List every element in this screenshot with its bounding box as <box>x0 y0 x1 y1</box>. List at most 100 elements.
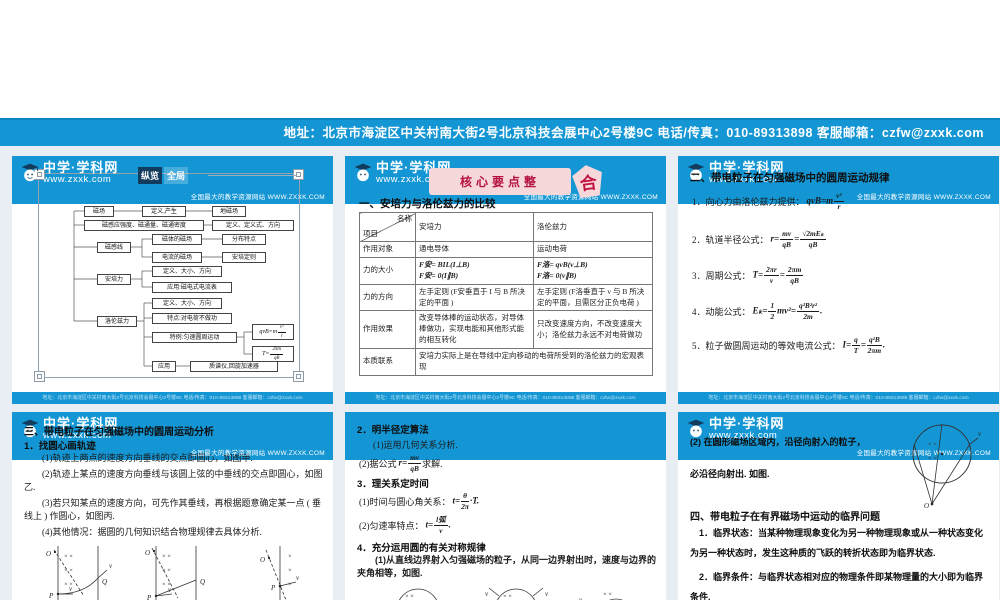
paragraph-block: (1)从直线边界射入匀强磁场的粒子，从同一边界射出时，速度与边界的夹角相等，如图… <box>357 554 656 583</box>
slide-critical-problems[interactable]: 中学·学科网 www.zxxk.com 全国最大的教学资源网站 WWW.ZXXK… <box>678 412 999 600</box>
figure-boundary-a: × ×× ×× × O P v Qv <box>46 546 113 600</box>
flow-node: 特例:匀速圆周运动 <box>152 332 237 343</box>
slide-footer: 地址：北京市海淀区中关村南大街2号北京科技会展中心2号楼9C 电话/传真：010… <box>345 392 666 404</box>
svg-text:O: O <box>145 549 150 557</box>
flow-node: 定义、大小、方向 <box>152 266 222 277</box>
zxxk-logo: 中学·学科网 www.zxxk.com <box>686 416 785 442</box>
figure-boundary-b: × ×× ×× × O P v Q <box>145 546 205 600</box>
svg-text:× ×: × × <box>603 591 612 598</box>
logo-title: 中学·学科网 <box>709 416 785 431</box>
flow-node: 磁体的磁场 <box>152 234 202 245</box>
svg-text:O: O <box>260 556 265 564</box>
sub-heading: 1．找圆心画轨迹 <box>24 441 96 452</box>
contact-bar: 地址：北京市海淀区中关村南大街2号北京科技会展中心2号楼9C 电话/传真：010… <box>0 118 1000 146</box>
cell: 只改变速度方向，不改变速度大小；洛伦兹力永远不对电荷做功 <box>533 310 653 349</box>
slide-motion-analysis[interactable]: 中学·学科网 www.zxxk.com 全国最大的教学资源网站 WWW.ZXXK… <box>12 412 333 600</box>
formula-line: (2)据公式 r= mv qB 求解. <box>359 453 443 473</box>
svg-text:×: × <box>288 581 292 588</box>
figure-boundary-c: × × × O P v <box>260 546 300 600</box>
section-heading: 四、带电粒子在有界磁场中运动的临界问题 <box>690 512 880 523</box>
svg-text:O: O <box>924 502 929 510</box>
paragraph-block: (1)轨迹上两点的速度方向垂线的交点即圆心，如图甲. (2)轨迹上某点的速度方向… <box>24 452 323 542</box>
overview-badge: 纵览 全局 <box>138 167 189 184</box>
svg-text:Q: Q <box>102 578 107 586</box>
cell: 改变导体棒的运动状态，对导体棒做功，实现电能和其他形式能的相互转化 <box>415 310 534 349</box>
svg-text:v: v <box>485 590 489 598</box>
formula-line: (2)匀速率特点： t= l弧 v. <box>359 515 451 535</box>
slide-deck: 中学·学科网 www.zxxk.com 纵览 全局 全国最大的教学资源网站 WW… <box>0 146 1000 600</box>
cell: 通电导体 <box>415 241 534 258</box>
row-label: 本质联系 <box>359 348 416 376</box>
formula-line: 4．动能公式： Eₖ= 1 2 mv²= q²B²r² 2m. <box>692 301 823 321</box>
flow-node: 应用:磁电式电流表 <box>152 282 232 293</box>
table-row: 本质联系 安培力实际上是在导线中定向移动的电荷所受到的洛伦兹力的宏观表现 <box>359 348 653 376</box>
logo-url: www.zxxk.com <box>43 174 112 186</box>
flow-node: 应用 <box>152 361 176 372</box>
core-points-badge: 核心要点整 <box>429 168 571 195</box>
flow-node: 定义、大小、方向 <box>152 298 222 309</box>
flow-node: 定义、定义式、方向 <box>212 220 294 231</box>
table-row: 力的大小 F安= BIL(I⊥B) F安= 0(I∥B) F洛= qvB(v⊥B… <box>359 256 653 285</box>
contact-text: 地址：北京市海淀区中关村南大街2号北京科技会展中心2号楼9C 电话/传真：010… <box>283 126 984 140</box>
slide-footer: 地址：北京市海淀区中关村南大街2号北京科技会展中心2号楼9C 电话/传真：010… <box>678 392 999 404</box>
slide-footer: 地址：北京市海淀区中关村南大街2号北京科技会展中心2号楼9C 电话/传真：010… <box>12 392 333 404</box>
band-tagline: 全国最大的教学资源网站 WWW.ZXXK.COM <box>190 194 325 201</box>
flow-node: 特点:对电荷不做功 <box>152 313 232 324</box>
cell: 安培力实际上是在导线中定向移动的电荷所受到的洛伦兹力的宏观表现 <box>415 348 653 376</box>
cell: F洛= qvB(v⊥B) F洛= 0(v∥B) <box>533 256 653 285</box>
svg-text:× ×: × × <box>928 455 937 462</box>
logo-title: 中学·学科网 <box>43 160 119 175</box>
svg-text:×: × <box>288 567 292 574</box>
formula-line: (1)时间与圆心角关系： t= θ 2π ·T. <box>359 491 480 511</box>
figure-radial-circle: × × × × Ov <box>912 423 982 510</box>
svg-text:v: v <box>545 590 549 598</box>
badge-light-label: 全局 <box>164 167 189 184</box>
col-header-lorentz: 洛伦兹力 <box>533 212 653 242</box>
sub-heading: 2．明半径定算法 <box>357 425 429 436</box>
zxxk-logo-icon <box>687 419 705 438</box>
flow-node: 电流的磁场 <box>152 252 202 263</box>
para: (1)运用几何关系分析. <box>373 440 458 450</box>
zxxk-logo: 中学·学科网 www.zxxk.com <box>20 160 119 186</box>
flow-node: 磁感应强度、磁通量、磁通密度 <box>84 220 204 231</box>
slide-knowledge-map[interactable]: 中学·学科网 www.zxxk.com 纵览 全局 全国最大的教学资源网站 WW… <box>12 156 333 404</box>
svg-text:P: P <box>270 584 276 592</box>
zxxk-logo-icon <box>354 163 372 182</box>
table-row: 作用对象 通电导体 运动电荷 <box>359 241 653 258</box>
zxxk-logo-icon <box>21 163 39 182</box>
section-heading: 二、带电粒子在匀强磁场中的圆周运动规律 <box>690 172 890 184</box>
slide-header-band <box>345 412 666 460</box>
svg-text:v: v <box>579 596 583 600</box>
row-label: 力的方向 <box>359 283 416 312</box>
svg-text:× ×: × × <box>503 593 512 600</box>
col-header-ampere: 安培力 <box>415 212 534 242</box>
slide-comparison-table[interactable]: 中学·学科网 www.zxxk.com 核心要点整 合 全国最大的教学资源网站 … <box>345 156 666 404</box>
section-heading: 一、安培力与洛伦兹力的比较 <box>359 198 496 210</box>
formula-line: 1．向心力由洛伦兹力提供： qvB=m v² r <box>692 191 844 211</box>
para: (2)轨迹上某点的速度方向垂线与该圆上弦的中垂线的交点即圆心，如图乙. <box>24 469 323 493</box>
row-label: 作用效果 <box>359 310 416 349</box>
slide-circular-motion-rules[interactable]: 中学·学科网 www.zxxk.com 全国最大的教学资源网站 WWW.ZXXK… <box>678 156 999 404</box>
para: 2．临界条件：与临界状态相对应的物理条件即某物理量的大小即为临界条件. <box>690 572 984 600</box>
sub-heading: 3．理关系定时间 <box>357 479 429 490</box>
flow-node: 定义,产生 <box>142 206 186 217</box>
svg-text:v: v <box>109 562 113 570</box>
formula-line: 2．轨道半径公式： r= mv qB = √2mEₖ qB <box>692 229 826 249</box>
cell: 运动电荷 <box>533 241 653 258</box>
corner-top-label: 名称 <box>397 214 412 223</box>
cell: 左手定则 (F安垂直于 I 与 B 所决定的平面 ) <box>415 283 534 312</box>
table-row: 作用效果 改变导体棒的运动状态，对导体棒做功，实现电能和其他形式能的相互转化 只… <box>359 310 653 349</box>
para: (3)若只知某点的速度方向，可先作其垂线，再根据题意确定某一点 ( 垂线上 ) … <box>24 498 321 522</box>
row-label: 力的大小 <box>359 256 416 285</box>
svg-text:v: v <box>978 430 982 438</box>
page: 地址：北京市海淀区中关村南大街2号北京科技会展中心2号楼9C 电话/传真：010… <box>0 0 1000 600</box>
flow-node: 安培力 <box>97 274 131 285</box>
flow-node: 地磁场 <box>212 206 246 217</box>
flow-node: 质谱仪,回旋加速器 <box>190 361 278 372</box>
slide-radius-time-methods[interactable]: 2．明半径定算法 (1)运用几何关系分析. (2)据公式 r= mv qB 求解. 3… <box>345 412 666 600</box>
comparison-table: 名称 项目 安培力 洛伦兹力 作用对象 通电导体 运动电荷 力的大小 F安= B… <box>359 212 653 376</box>
badge-rule-line <box>208 175 296 176</box>
flow-node: 磁感线 <box>97 242 131 253</box>
flow-node-formula: T= 2πm qB <box>252 346 294 362</box>
svg-text:Q: Q <box>200 578 205 586</box>
